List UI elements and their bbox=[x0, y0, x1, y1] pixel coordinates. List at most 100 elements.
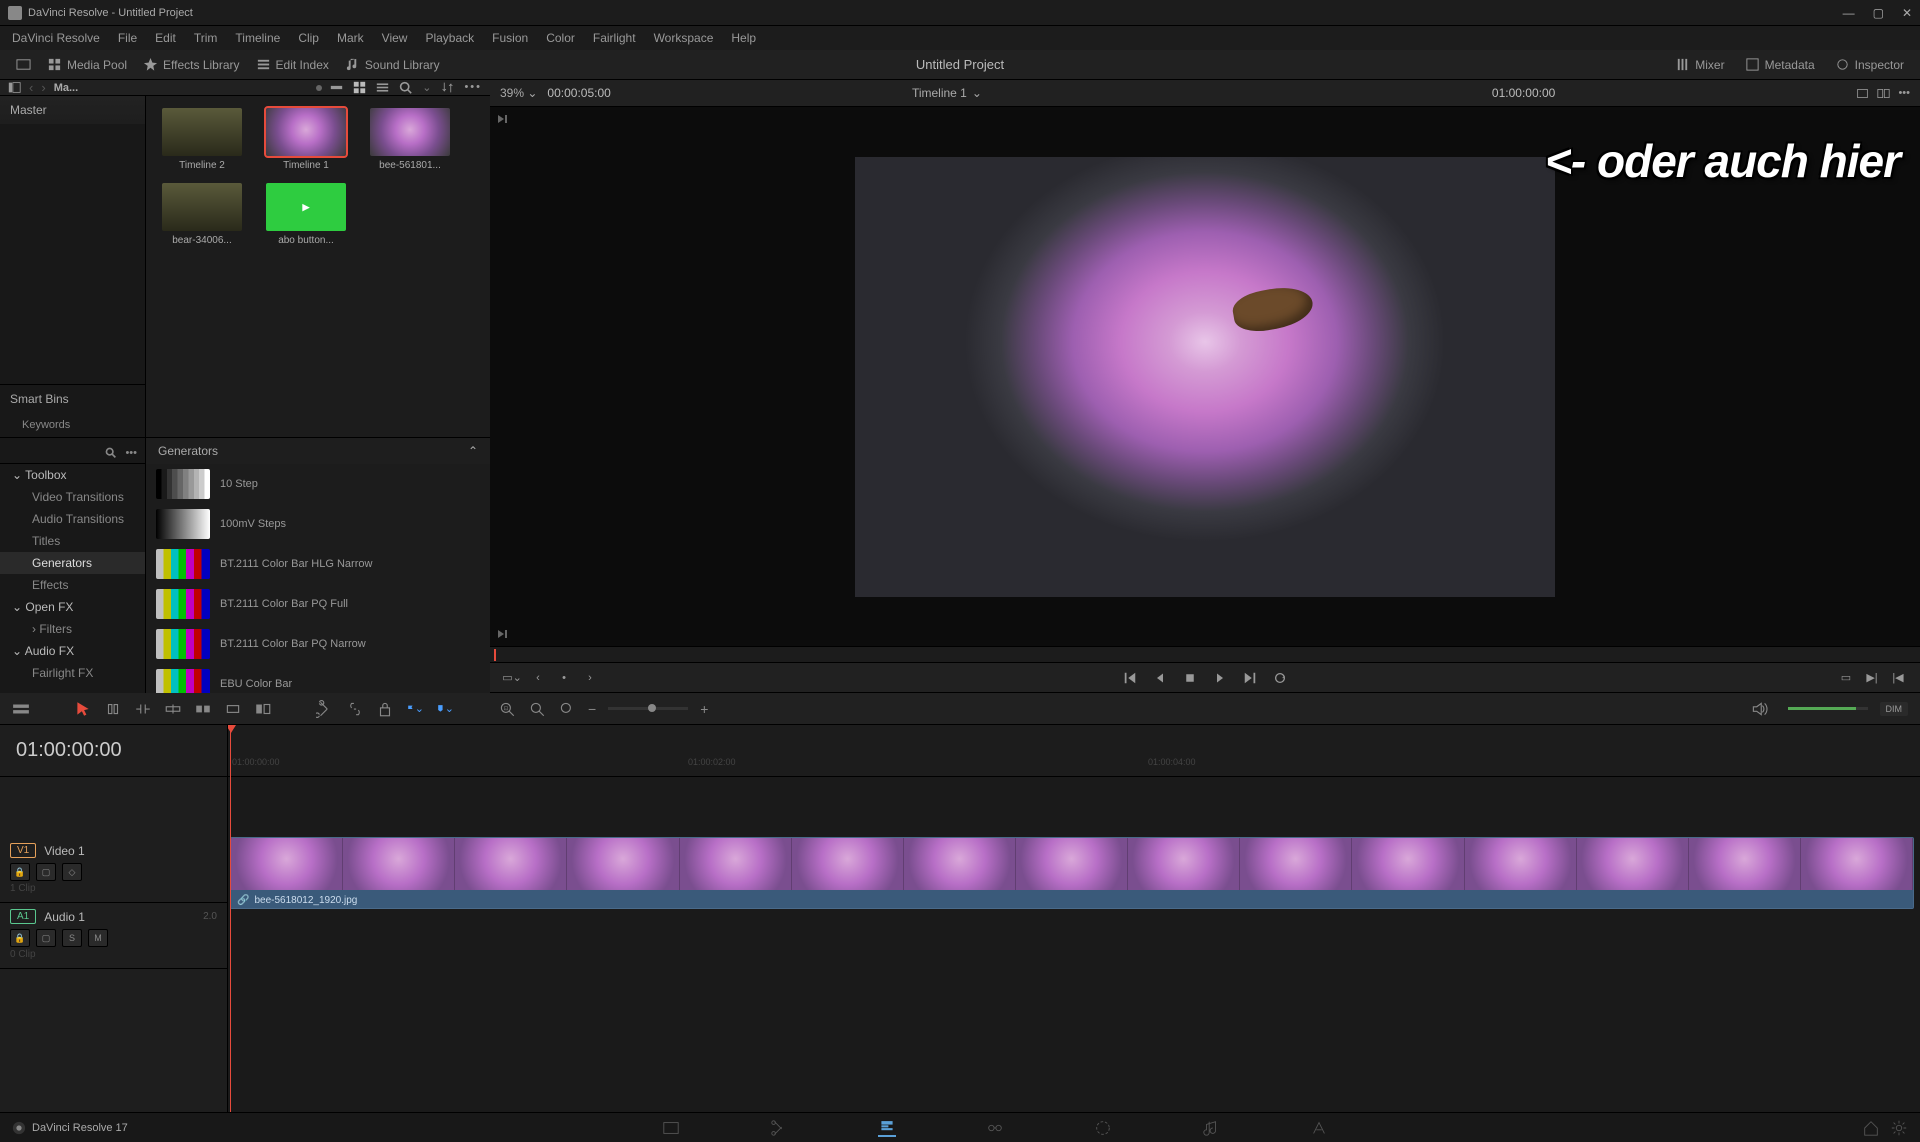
track-lock-a1[interactable]: 🔒 bbox=[10, 929, 30, 947]
bin-path[interactable]: Ma... bbox=[54, 82, 309, 94]
media-pool-button[interactable]: Media Pool bbox=[39, 54, 135, 75]
metadata-button[interactable]: Metadata bbox=[1737, 54, 1823, 75]
tree-video-transitions[interactable]: Video Transitions bbox=[0, 486, 145, 508]
dynamic-trim-tool[interactable] bbox=[134, 700, 152, 718]
home-icon[interactable] bbox=[1862, 1119, 1880, 1137]
tree-audiofx[interactable]: ⌄ Audio FX bbox=[0, 640, 145, 662]
zoom-out-button[interactable]: − bbox=[588, 701, 596, 717]
sound-library-button[interactable]: Sound Library bbox=[337, 54, 448, 75]
link-tool[interactable] bbox=[346, 700, 364, 718]
clip-bear[interactable]: bear-34006... bbox=[156, 183, 248, 246]
sidebar-toggle-icon[interactable] bbox=[8, 81, 21, 94]
menu-davinci[interactable]: DaVinci Resolve bbox=[4, 29, 108, 47]
replace-clip-tool[interactable] bbox=[254, 700, 272, 718]
skip-end-icon[interactable] bbox=[496, 113, 508, 125]
audio-track-header[interactable]: A1 Audio 1 2.0 🔒 ▢ S M 0 Clip bbox=[0, 903, 227, 969]
more-icon[interactable]: ••• bbox=[464, 81, 482, 94]
fairlight-page-icon[interactable] bbox=[1202, 1119, 1220, 1137]
minimize-button[interactable]: — bbox=[1843, 6, 1855, 20]
in-out-button[interactable]: ▭ bbox=[1838, 670, 1854, 686]
maximize-button[interactable]: ▢ bbox=[1873, 6, 1884, 20]
viewer-zoom[interactable]: 39% ⌄ bbox=[500, 86, 537, 100]
zoom-detail-tool[interactable] bbox=[528, 700, 546, 718]
search-icon[interactable] bbox=[399, 81, 412, 94]
menu-workspace[interactable]: Workspace bbox=[646, 29, 722, 47]
edit-page-icon[interactable] bbox=[878, 1119, 896, 1137]
go-last-button[interactable] bbox=[1242, 670, 1258, 686]
play-button[interactable] bbox=[1212, 670, 1228, 686]
volume-icon[interactable] bbox=[1750, 700, 1768, 718]
effects-library-button[interactable]: Effects Library bbox=[135, 54, 247, 75]
zoom-slider[interactable] bbox=[608, 707, 688, 710]
view-strip-icon[interactable] bbox=[330, 81, 343, 94]
fx-search-icon[interactable] bbox=[104, 446, 117, 459]
go-first-button[interactable] bbox=[1122, 670, 1138, 686]
sort-icon[interactable] bbox=[441, 81, 454, 94]
track-badge-a1[interactable]: A1 bbox=[10, 909, 36, 924]
tree-audio-transitions[interactable]: Audio Transitions bbox=[0, 508, 145, 530]
track-badge-v1[interactable]: V1 bbox=[10, 843, 36, 858]
menu-fairlight[interactable]: Fairlight bbox=[585, 29, 644, 47]
media-page-icon[interactable] bbox=[662, 1119, 680, 1137]
marker-tool[interactable]: ⌄ bbox=[436, 700, 454, 718]
timeline-ruler[interactable]: 01:00:00:00 01:00:02:00 01:00:04:00 bbox=[228, 725, 1920, 777]
color-page-icon[interactable] bbox=[1094, 1119, 1112, 1137]
clip-timeline1[interactable]: Timeline 1 bbox=[260, 108, 352, 171]
layout-button[interactable] bbox=[8, 54, 39, 75]
match-frame-next[interactable]: › bbox=[582, 670, 598, 686]
volume-slider[interactable] bbox=[1788, 707, 1868, 710]
menu-help[interactable]: Help bbox=[723, 29, 764, 47]
step-back-button[interactable] bbox=[1152, 670, 1168, 686]
timeline-selector[interactable]: Timeline 1 ⌄ bbox=[912, 86, 982, 100]
loop-button[interactable] bbox=[1272, 670, 1288, 686]
menu-fusion[interactable]: Fusion bbox=[484, 29, 536, 47]
tree-fairlightfx[interactable]: Fairlight FX bbox=[0, 662, 145, 684]
skip-end-icon-2[interactable] bbox=[496, 628, 508, 640]
view-thumb-icon[interactable] bbox=[353, 81, 366, 94]
settings-icon[interactable] bbox=[1890, 1119, 1908, 1137]
menu-mark[interactable]: Mark bbox=[329, 29, 372, 47]
next-edit-button[interactable]: ▶| bbox=[1864, 670, 1880, 686]
match-frame-dot[interactable]: • bbox=[556, 670, 572, 686]
edit-index-button[interactable]: Edit Index bbox=[248, 54, 337, 75]
clip-abo[interactable]: ▶abo button... bbox=[260, 183, 352, 246]
blade-cut-tool[interactable] bbox=[316, 700, 334, 718]
generator-10-step[interactable]: 10 Step bbox=[146, 464, 490, 504]
bin-master[interactable]: Master bbox=[0, 96, 145, 124]
menu-timeline[interactable]: Timeline bbox=[227, 29, 288, 47]
timeline-timecode[interactable]: 01:00:00:00 bbox=[0, 725, 227, 777]
viewer-more-icon[interactable]: ••• bbox=[1898, 87, 1910, 100]
inspector-button[interactable]: Inspector bbox=[1827, 54, 1912, 75]
track-toggle-v1[interactable]: ▢ bbox=[36, 863, 56, 881]
tree-generators[interactable]: Generators bbox=[0, 552, 145, 574]
nav-back[interactable]: ‹ bbox=[29, 80, 33, 95]
view-list-icon[interactable] bbox=[376, 81, 389, 94]
dim-button[interactable]: DIM bbox=[1880, 702, 1909, 716]
dual-viewer-icon[interactable] bbox=[1877, 87, 1890, 100]
generator-bt-2111-color-bar-pq-full[interactable]: BT.2111 Color Bar PQ Full bbox=[146, 584, 490, 624]
track-mute-a1[interactable]: M bbox=[88, 929, 108, 947]
selection-tool[interactable] bbox=[74, 700, 92, 718]
track-solo-a1[interactable]: S bbox=[62, 929, 82, 947]
lock-tool[interactable] bbox=[376, 700, 394, 718]
generator-bt-2111-color-bar-hlg-narrow[interactable]: BT.2111 Color Bar HLG Narrow bbox=[146, 544, 490, 584]
fx-list-collapse[interactable]: ⌃ bbox=[468, 444, 478, 458]
generator-bt-2111-color-bar-pq-narrow[interactable]: BT.2111 Color Bar PQ Narrow bbox=[146, 624, 490, 664]
menu-file[interactable]: File bbox=[110, 29, 145, 47]
timeline-view-options[interactable] bbox=[12, 700, 30, 718]
tree-toolbox[interactable]: ⌄ Toolbox bbox=[0, 464, 145, 486]
prev-edit-button[interactable]: |◀ bbox=[1890, 670, 1906, 686]
tree-titles[interactable]: Titles bbox=[0, 530, 145, 552]
menu-clip[interactable]: Clip bbox=[290, 29, 327, 47]
trim-tool[interactable] bbox=[104, 700, 122, 718]
generator-100mv-steps[interactable]: 100mV Steps bbox=[146, 504, 490, 544]
insert-clip-tool[interactable] bbox=[194, 700, 212, 718]
flag-tool[interactable]: ⌄ bbox=[406, 700, 424, 718]
tree-effects[interactable]: Effects bbox=[0, 574, 145, 596]
menu-playback[interactable]: Playback bbox=[417, 29, 482, 47]
track-lock-v1[interactable]: 🔒 bbox=[10, 863, 30, 881]
menu-view[interactable]: View bbox=[374, 29, 416, 47]
video-track-header[interactable]: V1 Video 1 🔒 ▢ ◇ 1 Clip bbox=[0, 837, 227, 903]
menu-edit[interactable]: Edit bbox=[147, 29, 184, 47]
cut-page-icon[interactable] bbox=[770, 1119, 788, 1137]
